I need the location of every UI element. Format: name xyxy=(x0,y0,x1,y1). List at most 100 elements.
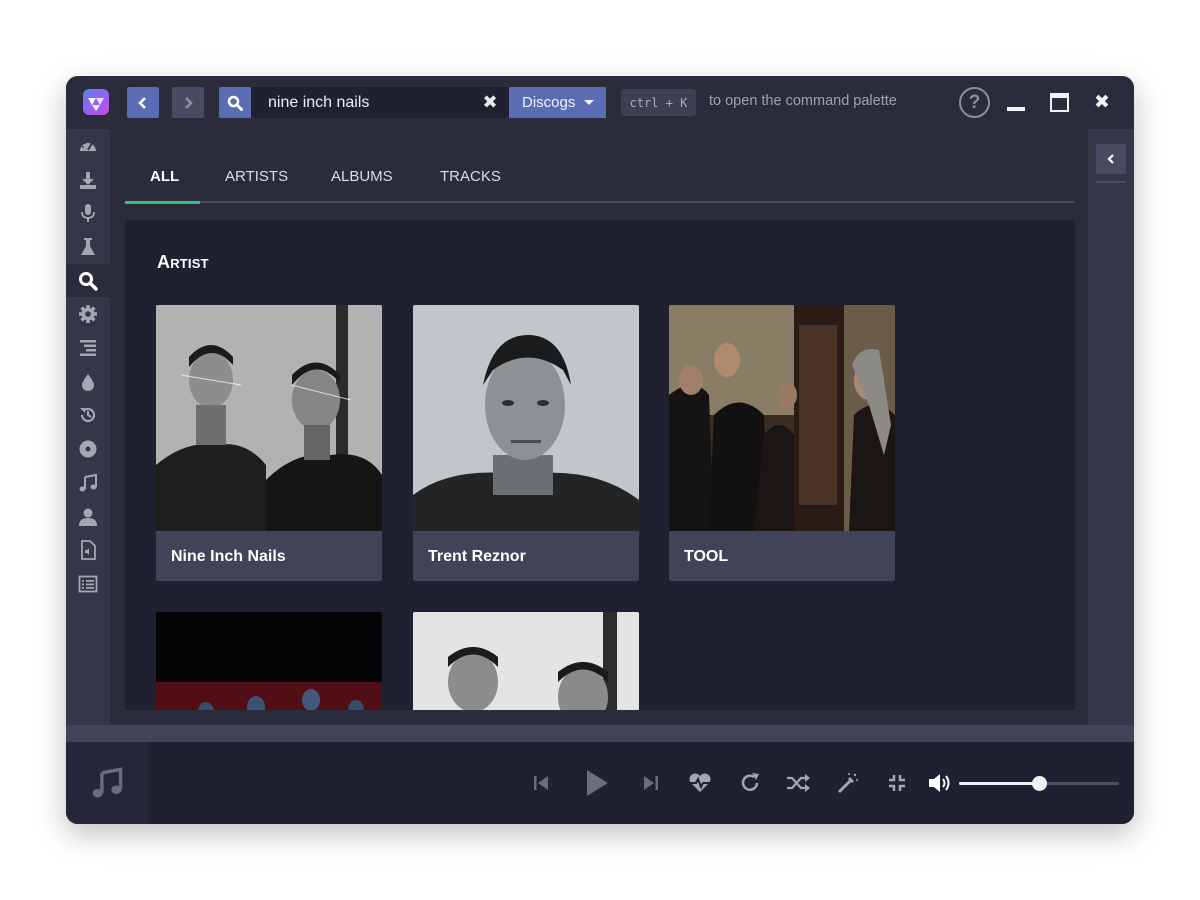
maximize-button[interactable] xyxy=(1048,90,1072,114)
artist-card[interactable]: Trent Reznor xyxy=(413,305,639,581)
download-icon xyxy=(80,171,96,189)
skip-back-icon xyxy=(534,776,548,790)
app-logo xyxy=(83,89,109,115)
repeat-button[interactable] xyxy=(734,767,766,799)
player-bar xyxy=(66,742,1134,824)
artist-thumbnail xyxy=(156,305,382,531)
history-icon xyxy=(80,408,96,423)
artist-thumbnail xyxy=(156,612,382,710)
sidebar-item-downloads[interactable] xyxy=(66,163,110,197)
tab-artists[interactable]: ARTISTS xyxy=(225,168,288,203)
play-button[interactable] xyxy=(577,764,615,802)
divider xyxy=(1096,181,1126,183)
user-icon xyxy=(79,508,97,526)
back-button[interactable] xyxy=(127,87,159,118)
section-title: Artist xyxy=(157,252,209,272)
skip-forward-icon xyxy=(644,776,658,790)
flask-icon xyxy=(81,237,95,255)
clear-search-icon[interactable]: ✖ xyxy=(478,88,502,116)
shortcut-hint: to open the command palette xyxy=(709,93,897,109)
artist-thumbnail xyxy=(669,305,895,531)
sidebar-item-search[interactable] xyxy=(66,263,110,298)
sidebar-item-settings[interactable] xyxy=(66,298,110,332)
favorite-button[interactable] xyxy=(684,767,716,799)
seek-bar[interactable] xyxy=(66,725,1134,742)
now-playing-cover xyxy=(66,742,148,824)
search-input[interactable] xyxy=(251,87,509,118)
list-icon xyxy=(78,575,98,593)
artist-card[interactable] xyxy=(156,612,382,710)
forward-button[interactable] xyxy=(172,87,204,118)
search-icon xyxy=(79,271,98,291)
tab-all[interactable]: ALL xyxy=(150,168,179,203)
sidebar-item-local-files[interactable] xyxy=(66,533,110,567)
autoradio-button[interactable] xyxy=(832,767,864,799)
dashboard-icon xyxy=(80,139,96,151)
app-window: ✖ Discogs ctrl + K to open the command p… xyxy=(66,76,1134,824)
sidebar-item-tracks[interactable] xyxy=(66,466,110,500)
sidebar-item-dashboard[interactable] xyxy=(66,129,110,163)
close-button[interactable]: ✖ xyxy=(1090,90,1114,114)
chevron-right-icon xyxy=(185,96,193,109)
artist-thumbnail xyxy=(413,612,639,710)
mute-button[interactable] xyxy=(925,767,957,799)
tab-tracks[interactable]: TRACKS xyxy=(440,168,501,203)
sidebar-item-vocals[interactable] xyxy=(66,196,110,230)
artist-card[interactable] xyxy=(413,612,639,710)
magic-wand-icon xyxy=(837,773,858,794)
repeat-icon xyxy=(741,773,759,791)
minimize-player-button[interactable] xyxy=(881,767,913,799)
volume-handle[interactable] xyxy=(1032,776,1047,791)
chevron-left-icon xyxy=(138,96,146,109)
compress-icon xyxy=(889,775,905,791)
search-results: Artist Nine Inch Nails Trent Reznor TOOL xyxy=(125,220,1075,710)
right-panel xyxy=(1088,129,1134,725)
caret-down-icon xyxy=(584,100,594,105)
artist-card[interactable]: Nine Inch Nails xyxy=(156,305,382,581)
artist-thumbnail xyxy=(413,305,639,531)
search-tabs: ALL ARTISTS ALBUMS TRACKS xyxy=(125,129,1075,204)
sidebar-item-themes[interactable] xyxy=(66,365,110,399)
volume-icon xyxy=(929,774,950,792)
music-note-icon xyxy=(79,473,97,492)
search-icon xyxy=(227,95,243,111)
previous-button[interactable] xyxy=(525,767,557,799)
title-bar: ✖ Discogs ctrl + K to open the command p… xyxy=(66,76,1134,129)
main-content: ALL ARTISTS ALBUMS TRACKS Artist Nine In… xyxy=(110,129,1088,725)
next-button[interactable] xyxy=(635,767,667,799)
drop-icon xyxy=(82,373,94,391)
sidebar-item-playlists[interactable] xyxy=(66,567,110,601)
source-select[interactable]: Discogs xyxy=(509,87,606,118)
disc-icon xyxy=(79,440,97,458)
search-button[interactable] xyxy=(219,87,251,118)
volume-level xyxy=(959,782,1039,785)
artist-name: Nine Inch Nails xyxy=(171,548,286,565)
music-note-icon xyxy=(92,767,123,798)
expand-panel-button[interactable] xyxy=(1096,144,1126,174)
heart-pulse-icon xyxy=(689,773,711,792)
sidebar-item-library[interactable] xyxy=(66,432,110,466)
artist-name: Trent Reznor xyxy=(428,548,526,565)
volume-slider[interactable] xyxy=(959,776,1119,791)
sidebar-item-lab[interactable] xyxy=(66,230,110,264)
sidebar-item-queue[interactable] xyxy=(66,331,110,365)
help-button[interactable]: ? xyxy=(959,87,990,118)
audio-file-icon xyxy=(81,540,96,561)
sidebar xyxy=(66,129,110,725)
shuffle-icon xyxy=(787,774,810,792)
shortcut-key: ctrl + K xyxy=(621,89,696,116)
sidebar-item-history[interactable] xyxy=(66,399,110,433)
minimize-button[interactable] xyxy=(1004,90,1028,114)
sidebar-item-account[interactable] xyxy=(66,500,110,534)
tab-albums[interactable]: ALBUMS xyxy=(331,168,393,203)
chevron-left-icon xyxy=(1107,154,1114,164)
source-select-label: Discogs xyxy=(522,94,576,111)
microphone-icon xyxy=(81,204,95,223)
gear-icon xyxy=(79,305,97,324)
active-tab-indicator xyxy=(125,201,200,204)
play-icon xyxy=(587,770,608,796)
queue-icon xyxy=(80,340,96,357)
artist-name: TOOL xyxy=(684,548,729,565)
artist-card[interactable]: TOOL xyxy=(669,305,895,581)
shuffle-button[interactable] xyxy=(782,767,814,799)
